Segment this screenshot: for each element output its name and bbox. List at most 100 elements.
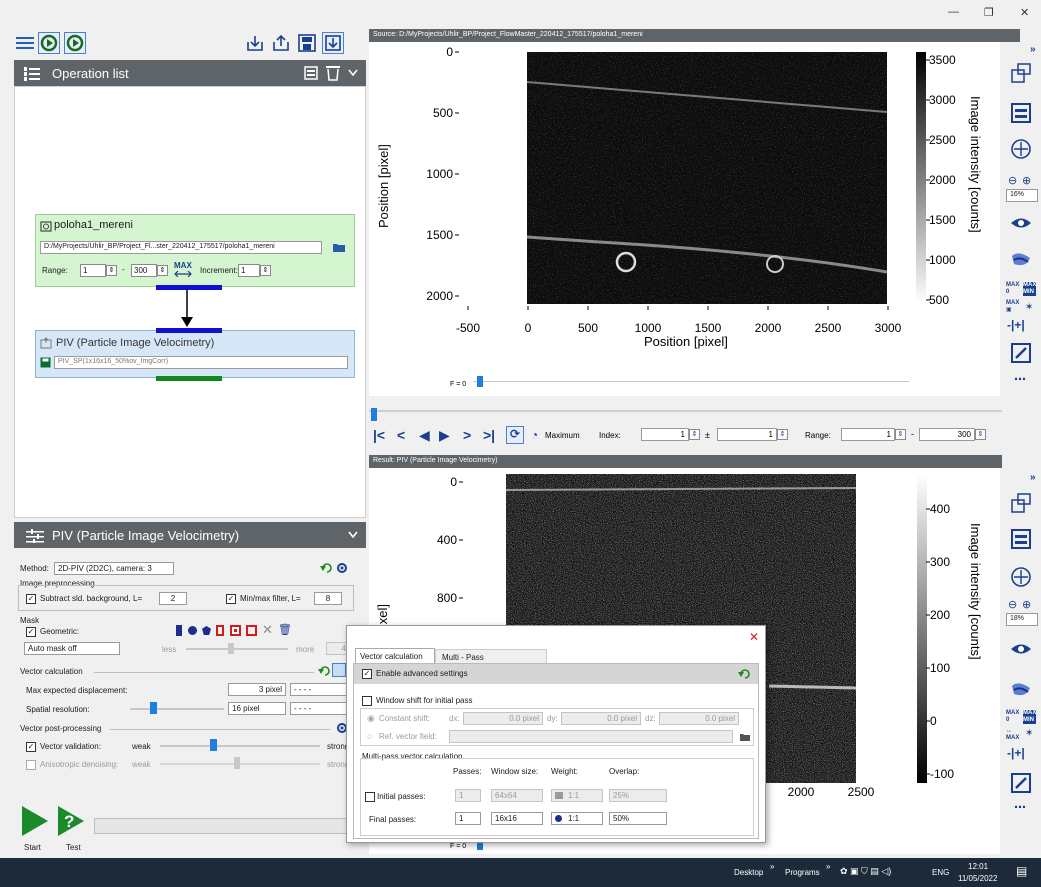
nav-range-to-field[interactable]: 300 xyxy=(919,428,975,441)
more-icon[interactable]: ⋯ xyxy=(1014,800,1026,814)
aniso-slider-thumb[interactable] xyxy=(234,757,240,769)
zoom-out-icon[interactable]: ⊖ xyxy=(1008,598,1017,611)
cursor-icon[interactable]: ✶ xyxy=(1025,728,1033,739)
dialog-tab-vector[interactable]: Vector calculation xyxy=(355,648,435,663)
pan-icon[interactable] xyxy=(1010,138,1032,160)
nav-range-from-spinner[interactable]: ⇕ xyxy=(895,429,906,440)
max-min-alt-icon[interactable]: MAX MIN xyxy=(1023,282,1037,296)
range-adjust-icon[interactable]: -|+| xyxy=(1007,746,1025,760)
undo-icon[interactable] xyxy=(318,665,330,677)
layout-icon[interactable] xyxy=(1010,62,1032,84)
range-from-field[interactable]: 1 xyxy=(80,264,106,277)
mask-mode-select[interactable]: Auto mask off xyxy=(24,642,120,655)
max-min-icon[interactable]: MAX 0 xyxy=(1006,282,1019,296)
mask-rect-icon[interactable] xyxy=(176,625,182,636)
taskbar-time[interactable]: 12:01 xyxy=(968,862,988,871)
eye-icon[interactable] xyxy=(1010,212,1032,234)
final-window-select[interactable]: 16x16 xyxy=(491,812,543,825)
aniso-checkbox[interactable] xyxy=(26,760,36,770)
taskbar-date[interactable]: 11/05/2022 xyxy=(958,874,997,883)
max-arrow-icon[interactable]: ↔ MAX xyxy=(1006,728,1019,742)
layout-icon[interactable] xyxy=(1010,492,1032,514)
maximum-icon[interactable]: ◔ xyxy=(531,428,538,442)
minimize-button[interactable]: — xyxy=(948,6,959,18)
last-frame-button[interactable]: >| xyxy=(483,427,495,443)
expand-toolbar-icon[interactable]: » xyxy=(1030,472,1036,483)
export-image-icon[interactable] xyxy=(1010,342,1032,364)
range-to-field[interactable]: 300 xyxy=(131,264,157,277)
chevron-down-icon[interactable] xyxy=(348,69,358,77)
save-all-icon[interactable] xyxy=(322,32,344,54)
start-icon[interactable] xyxy=(22,806,48,836)
restore-button[interactable]: ❐ xyxy=(984,6,994,19)
pm-spinner[interactable]: ⇕ xyxy=(777,429,788,440)
zoom-in-icon[interactable]: ⊕ xyxy=(1022,174,1031,187)
max-auto-icon[interactable]: MAX ▣ xyxy=(1006,300,1019,314)
taskbar-programs[interactable]: Programs xyxy=(785,868,820,877)
minmax-checkbox[interactable]: ✓ xyxy=(226,594,236,604)
mask-polygon-icon[interactable] xyxy=(202,626,211,635)
source-frame-slider[interactable] xyxy=(473,381,909,382)
initial-window-select[interactable]: 64x64 xyxy=(491,789,543,802)
zoom-top-select[interactable]: 16% xyxy=(1006,189,1038,202)
vector-settings-button[interactable] xyxy=(332,663,346,677)
next-page-button[interactable]: > xyxy=(463,427,471,443)
zoom-out-icon[interactable]: ⊖ xyxy=(1008,174,1017,187)
source-node[interactable]: poloha1_mereni D:/MyProjects/Uhlir_BP/Pr… xyxy=(35,214,355,290)
zoom-bottom-select[interactable]: 18% xyxy=(1006,613,1038,626)
undo-icon[interactable] xyxy=(320,562,332,574)
next-frame-button[interactable]: ▶ xyxy=(439,427,450,444)
maximum-label[interactable]: Maximum xyxy=(545,431,580,440)
mask-delete-icon[interactable]: ✕ xyxy=(262,622,273,638)
timeline-track[interactable] xyxy=(369,410,1020,412)
hamburger-icon[interactable] xyxy=(16,36,34,50)
expand-toolbar-icon[interactable]: » xyxy=(1030,44,1036,55)
final-passes-field[interactable]: 1 xyxy=(455,812,481,825)
max-button[interactable]: MAX xyxy=(174,261,192,270)
properties-icon[interactable] xyxy=(1010,528,1032,550)
spatial-field[interactable]: 16 pixel xyxy=(228,702,286,715)
eye-icon[interactable] xyxy=(1010,638,1032,660)
mask-slider-track[interactable] xyxy=(186,648,288,650)
tray-icons[interactable]: ✿ ▣ ⛉ ▤ ◁) xyxy=(840,866,891,877)
enable-checkbox[interactable]: ✓ xyxy=(362,669,372,679)
mask-trash-icon[interactable]: 🗑 xyxy=(278,623,292,636)
dz-field[interactable]: 0.0 pixel xyxy=(659,712,739,725)
folder-icon[interactable] xyxy=(332,241,346,253)
export-image-icon[interactable] xyxy=(1010,772,1032,794)
refresh-icon[interactable] xyxy=(38,32,60,54)
mask-slider-thumb[interactable] xyxy=(228,643,234,654)
initial-passes-checkbox[interactable] xyxy=(365,792,375,802)
geometric-checkbox[interactable]: ✓ xyxy=(26,627,36,637)
range-to-spinner[interactable]: ⇕ xyxy=(157,265,168,276)
timeline-thumb[interactable] xyxy=(371,408,377,421)
mask-frame-red-icon[interactable] xyxy=(246,625,257,636)
method-field[interactable]: 2D-PIV (2D2C), camera: 3 xyxy=(54,562,174,575)
nav-range-from-field[interactable]: 1 xyxy=(841,428,895,441)
index-field[interactable]: 1 xyxy=(641,428,689,441)
zoom-in-icon[interactable]: ⊕ xyxy=(1022,598,1031,611)
pm-field[interactable]: 1 xyxy=(717,428,777,441)
prev-page-button[interactable]: < xyxy=(397,427,405,443)
aniso-slider-track[interactable] xyxy=(160,763,320,765)
minmax-value-field[interactable]: 8 xyxy=(314,592,342,605)
colormap-icon[interactable] xyxy=(1010,248,1032,270)
pan-icon[interactable] xyxy=(1010,566,1032,588)
close-window-button[interactable]: ✕ xyxy=(1020,6,1029,19)
spatial-slider-track[interactable] xyxy=(130,708,224,710)
taskbar-lang[interactable]: ENG xyxy=(932,868,949,877)
loop-button[interactable]: ⟳ xyxy=(506,426,524,444)
max-min-icon[interactable]: MAX 0 xyxy=(1006,710,1019,724)
dialog-tab-multipass[interactable]: Multi - Pass Postprocessing xyxy=(435,649,547,671)
source-path-field[interactable]: D:/MyProjects/Uhlir_BP/Project_Fl...ster… xyxy=(40,241,322,254)
max-disp-field[interactable]: 3 pixel xyxy=(228,683,286,696)
mask-circle-icon[interactable] xyxy=(188,626,197,635)
trash-icon[interactable] xyxy=(326,65,340,81)
nav-range-to-spinner[interactable]: ⇕ xyxy=(975,429,986,440)
settings-icon[interactable] xyxy=(336,562,348,574)
initial-passes-field[interactable]: 1 xyxy=(455,789,481,802)
source-frame-thumb[interactable] xyxy=(477,376,483,387)
final-overlap-select[interactable]: 50% xyxy=(609,812,667,825)
validation-slider-thumb[interactable] xyxy=(210,739,217,751)
dx-field[interactable]: 0.0 pixel xyxy=(463,712,543,725)
